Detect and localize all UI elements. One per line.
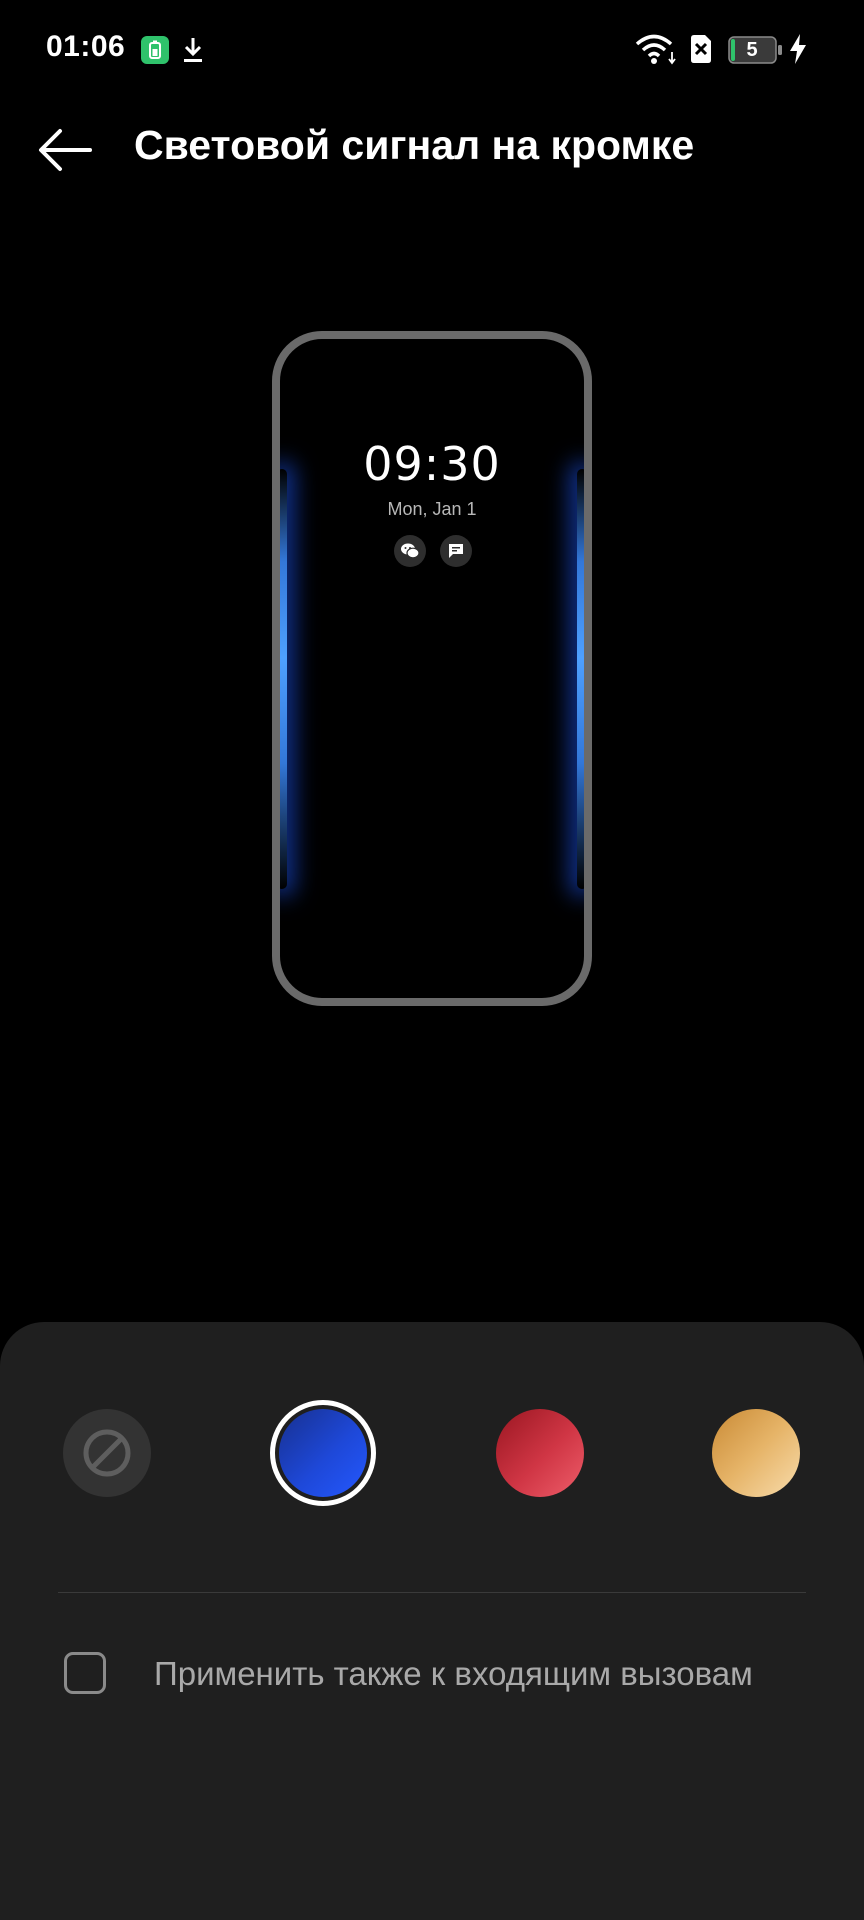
download-icon (184, 38, 202, 62)
no-sim-icon (691, 35, 711, 63)
back-button[interactable] (28, 118, 104, 182)
battery-level: 5 (746, 39, 758, 61)
color-option-red[interactable] (496, 1409, 584, 1497)
page-title: Световой сигнал на кромке (134, 122, 695, 168)
status-bar: 01:06 5 (0, 0, 864, 100)
message-icon (440, 535, 472, 567)
edge-glow-right (577, 469, 584, 889)
wechat-icon (394, 535, 426, 567)
no-color-icon (83, 1429, 131, 1477)
apply-to-calls-checkbox[interactable] (64, 1652, 106, 1694)
edge-glow-left (280, 469, 287, 889)
status-time: 01:06 (46, 30, 126, 63)
preview-date: Mon, Jan 1 (387, 499, 477, 519)
divider (58, 1592, 806, 1593)
color-option-blue[interactable] (270, 1400, 376, 1506)
color-swatch-blue (279, 1409, 367, 1497)
apply-to-calls-label[interactable]: Применить также к входящим вызовам (154, 1655, 753, 1693)
color-option-none[interactable] (63, 1409, 151, 1497)
arrow-left-icon (39, 129, 92, 171)
bottom-sheet: Применить также к входящим вызовам (0, 1322, 864, 1920)
charging-icon (790, 34, 806, 64)
color-option-gold[interactable] (712, 1409, 800, 1497)
preview-clock: 09:30 (363, 437, 501, 491)
battery-icon: 5 (728, 36, 784, 64)
wifi-icon (635, 34, 676, 65)
battery-saver-icon (141, 36, 169, 64)
edge-light-preview: 09:30 Mon, Jan 1 (272, 331, 592, 1006)
